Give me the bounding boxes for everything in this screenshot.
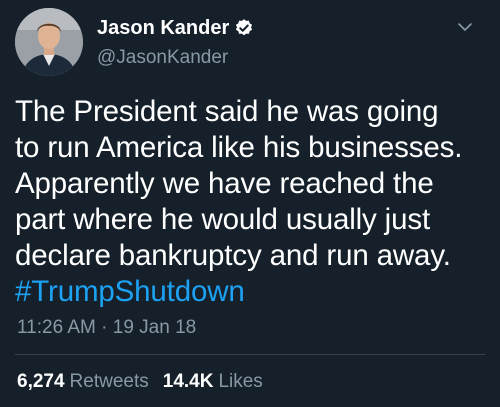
avatar-photo: [15, 8, 83, 76]
tweet-text: The President said he was going to run A…: [15, 94, 490, 310]
retweets-count: 6,274: [17, 371, 65, 392]
retweets-stat[interactable]: 6,274 Retweets: [17, 371, 149, 392]
tweet-text-line: declare bankruptcy and run away.: [15, 239, 451, 272]
tweet-timestamp[interactable]: 11:26 AM · 19 Jan 18: [17, 316, 196, 340]
tweet-text-line: Apparently we have reached the: [15, 167, 434, 200]
tweet-date: 19 Jan 18: [112, 317, 197, 338]
divider: [15, 354, 485, 355]
author-handle[interactable]: @JasonKander: [97, 46, 228, 70]
tweet-card: Jason Kander @JasonKander The President …: [0, 0, 500, 407]
hashtag-link[interactable]: #TrumpShutdown: [15, 274, 490, 310]
tweet-text-line: part where he would usually just: [15, 203, 430, 236]
verified-badge-icon: [234, 18, 254, 38]
chevron-down-icon[interactable]: [457, 20, 473, 32]
tweet-time: 11:26 AM: [17, 317, 96, 338]
timestamp-separator: ·: [101, 317, 108, 338]
tweet-text-line: to run America like his businesses.: [15, 131, 463, 164]
author-display-name[interactable]: Jason Kander: [97, 16, 229, 40]
likes-label: Likes: [218, 371, 263, 392]
tweet-text-line: The President said he was going: [15, 95, 439, 128]
likes-stat[interactable]: 14.4K Likes: [163, 371, 263, 392]
likes-count: 14.4K: [162, 371, 214, 392]
retweets-label: Retweets: [69, 371, 149, 392]
tweet-stats: 6,274 Retweets 14.4K Likes: [17, 370, 263, 394]
avatar[interactable]: [15, 8, 83, 76]
author-name-row: Jason Kander: [97, 16, 254, 40]
